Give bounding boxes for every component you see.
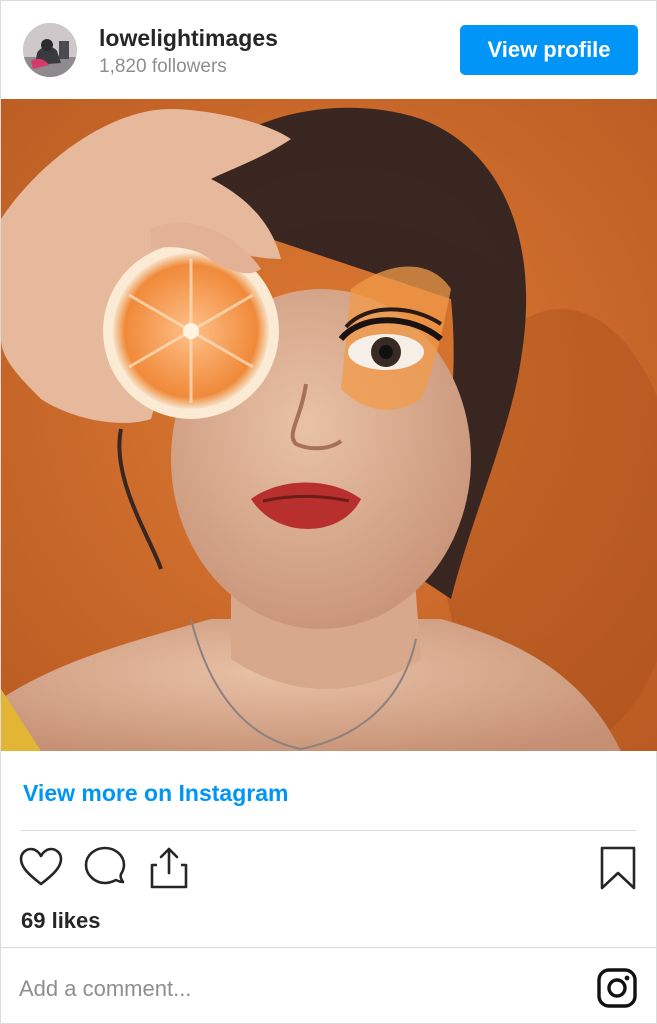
view-profile-button[interactable]: View profile bbox=[460, 25, 638, 75]
post-photo[interactable] bbox=[1, 99, 657, 751]
avatar[interactable] bbox=[23, 23, 77, 77]
bookmark-icon[interactable] bbox=[595, 845, 641, 891]
username[interactable]: lowelightimages bbox=[99, 25, 278, 52]
avatar-image bbox=[23, 23, 77, 77]
divider bbox=[21, 830, 636, 831]
instagram-embed-card: lowelightimages 1,820 followers View pro… bbox=[0, 0, 657, 1024]
view-more-link[interactable]: View more on Instagram bbox=[23, 780, 288, 807]
like-count: 69 likes bbox=[21, 908, 101, 933]
portrait-image bbox=[1, 99, 657, 751]
heart-outline-icon[interactable] bbox=[18, 845, 64, 891]
comment-input[interactable] bbox=[19, 967, 559, 1011]
instagram-logo-icon[interactable] bbox=[596, 967, 638, 1009]
post-header: lowelightimages 1,820 followers View pro… bbox=[1, 1, 656, 99]
speech-bubble-icon[interactable] bbox=[82, 845, 128, 891]
follower-count: 1,820 followers bbox=[99, 56, 227, 77]
divider bbox=[1, 947, 656, 948]
share-upload-icon[interactable] bbox=[146, 845, 192, 891]
